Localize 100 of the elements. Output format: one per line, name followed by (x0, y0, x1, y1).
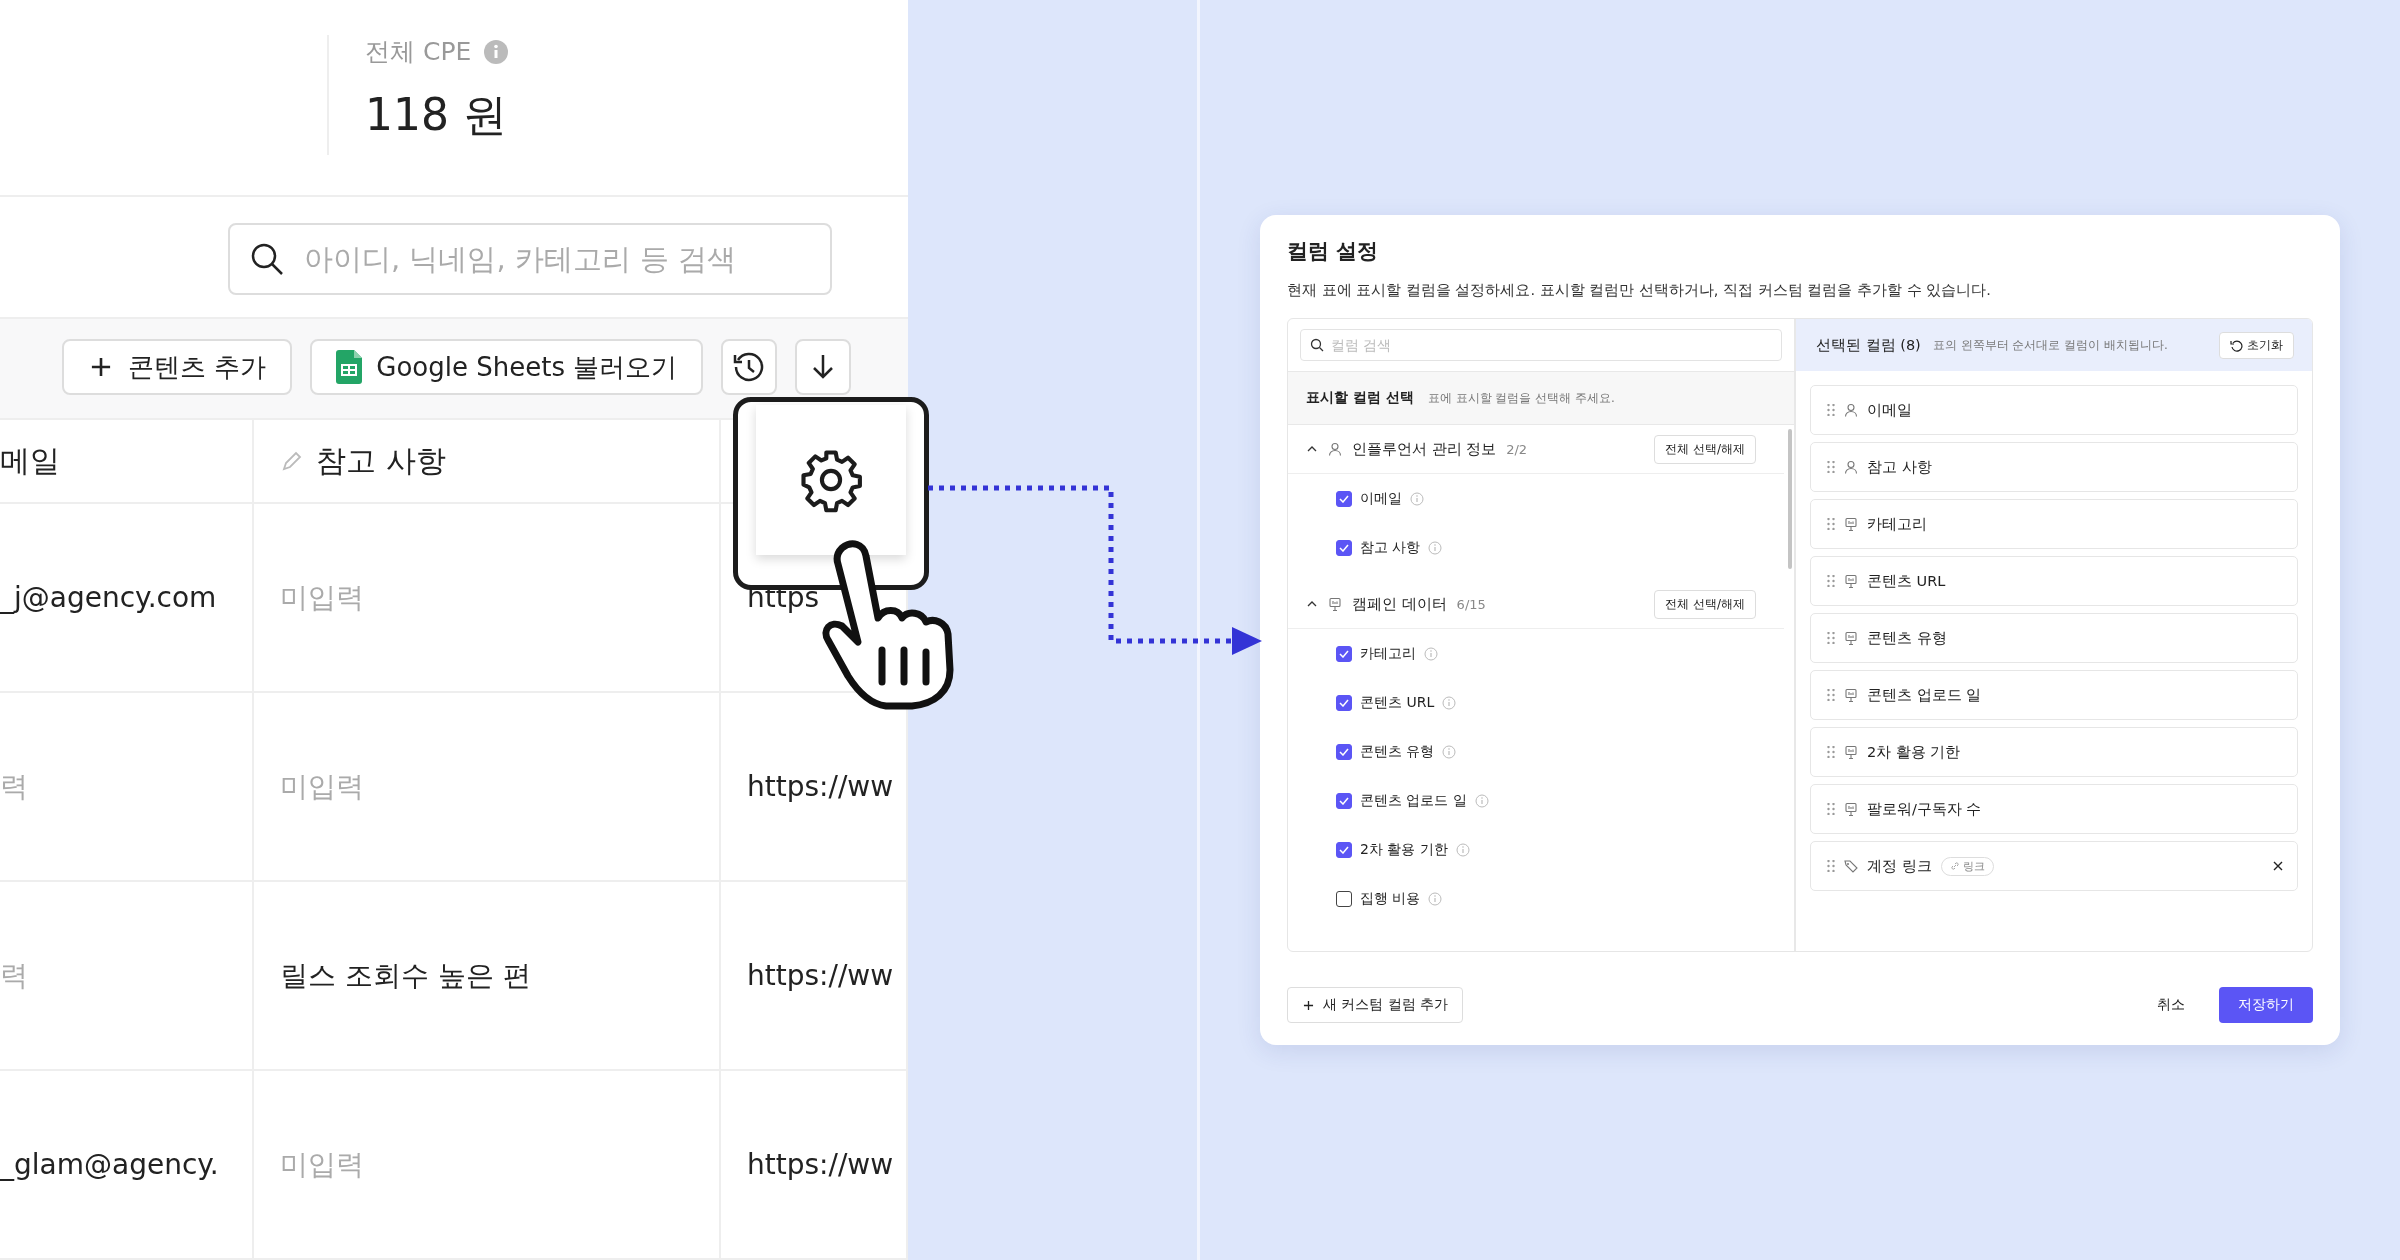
drag-handle-icon[interactable] (1827, 803, 1835, 815)
selected-column-item[interactable]: 2차 활용 기한 (1810, 727, 2298, 777)
column-option-label: 콘텐츠 유형 (1360, 742, 1435, 761)
column-option-label: 카테고리 (1360, 644, 1416, 663)
person-icon (1328, 442, 1342, 456)
selected-column-item[interactable]: 콘텐츠 업로드 일 (1810, 670, 2298, 720)
column-header[interactable]: 참고 사항 (253, 419, 720, 503)
info-icon (1455, 842, 1470, 857)
drag-handle-icon[interactable] (1827, 632, 1835, 644)
checkbox[interactable] (1336, 743, 1352, 760)
checkbox[interactable] (1336, 841, 1352, 858)
checkbox[interactable] (1336, 490, 1352, 507)
checkbox[interactable] (1336, 792, 1352, 809)
import-sheets-button[interactable]: Google Sheets 불러오기 (310, 339, 704, 396)
plus-icon (1302, 998, 1315, 1012)
drag-handle-icon[interactable] (1827, 860, 1835, 872)
save-button[interactable]: 저장하기 (2219, 987, 2313, 1023)
cancel-button[interactable]: 취소 (2135, 988, 2207, 1022)
person-icon (1844, 403, 1858, 417)
selected-column-item[interactable]: 콘텐츠 URL (1810, 556, 2298, 606)
selected-column-item[interactable]: 계정 링크 링크 (1810, 841, 2298, 891)
stat-value: 118 원 (365, 88, 508, 142)
checkbox[interactable] (1336, 539, 1352, 556)
column-label: 카테고리 (1867, 514, 1927, 534)
select-all-button[interactable]: 전체 선택/해제 (1654, 434, 1756, 464)
table-cell: 릴스 조회수 높은 편 (253, 881, 720, 1070)
checkmark-icon (1339, 747, 1349, 756)
column-label: 콘텐츠 유형 (1867, 628, 1947, 648)
scrollbar[interactable] (1788, 429, 1792, 569)
column-search-field[interactable]: 컬럼 검색 (1300, 329, 1782, 361)
info-icon (1442, 695, 1457, 710)
info-icon (1410, 491, 1424, 506)
column-label: 팔로워/구독자 수 (1867, 799, 1982, 819)
history-button[interactable] (721, 339, 778, 396)
selected-columns-title: 선택된 컬럼 (8) (1816, 335, 1921, 355)
search-field[interactable]: 아이디, 닉네임, 카테고리 등 검색 (228, 223, 832, 296)
table-cell: 력 (0, 881, 253, 1070)
checkbox[interactable] (1336, 645, 1352, 662)
select-all-button[interactable]: 전체 선택/해제 (1654, 589, 1756, 619)
checkmark-icon (1339, 494, 1349, 503)
info-icon (1428, 540, 1443, 555)
presentation-board-icon (1328, 597, 1342, 611)
reset-button[interactable]: 초기화 (2219, 331, 2294, 359)
column-label: 계정 링크 (1867, 856, 1932, 876)
add-content-button[interactable]: 콘텐츠 추가 (62, 339, 293, 396)
checkbox[interactable] (1336, 694, 1352, 711)
close-icon[interactable] (2273, 861, 2283, 871)
presentation-board-icon (1844, 574, 1858, 588)
selected-column-item[interactable]: 참고 사항 (1810, 442, 2298, 492)
selected-column-item[interactable]: 팔로워/구독자 수 (1810, 784, 2298, 834)
drag-handle-icon[interactable] (1827, 404, 1835, 416)
table-cell: 미입력 (253, 692, 720, 881)
column-option-label: 참고 사항 (1360, 538, 1421, 557)
drag-handle-icon[interactable] (1827, 689, 1835, 701)
download-button[interactable] (795, 339, 852, 396)
column-option-label: 콘텐츠 URL (1360, 693, 1435, 712)
info-icon (1424, 646, 1438, 661)
checkmark-icon (1339, 698, 1349, 707)
pencil-icon (280, 449, 304, 473)
info-icon (1442, 744, 1457, 759)
group-count: 6/15 (1456, 596, 1486, 612)
section-hint: 표에 표시할 컬럼을 선택해 주세요. (1427, 389, 1615, 407)
table-cell: 력 (0, 692, 253, 881)
info-icon (1474, 793, 1489, 808)
info-icon (483, 38, 510, 65)
group-title: 인플루언서 관리 정보 (1352, 439, 1497, 459)
column-option-label: 집행 비용 (1360, 889, 1421, 908)
selected-column-item[interactable]: 콘텐츠 유형 (1810, 613, 2298, 663)
stat-label: 전체 CPE (365, 36, 472, 68)
checkbox[interactable] (1336, 890, 1352, 907)
person-icon (1844, 460, 1858, 474)
presentation-board-icon (1844, 745, 1858, 759)
column-option-label: 2차 활용 기한 (1360, 840, 1448, 859)
drag-handle-icon[interactable] (1827, 461, 1835, 473)
presentation-board-icon (1844, 631, 1858, 645)
checkmark-icon (1339, 649, 1349, 658)
selected-column-item[interactable]: 이메일 (1810, 385, 2298, 435)
drag-handle-icon[interactable] (1827, 518, 1835, 530)
column-header[interactable]: 메일 (0, 419, 253, 503)
checkmark-icon (1339, 796, 1349, 805)
table-cell: https://ww (720, 881, 907, 1070)
column-label: 콘텐츠 업로드 일 (1867, 685, 1982, 705)
drag-handle-icon[interactable] (1827, 746, 1835, 758)
group-title: 캠페인 데이터 (1352, 594, 1447, 614)
tag-icon (1844, 859, 1858, 873)
column-label: 2차 활용 기한 (1867, 742, 1961, 762)
dialog-description: 현재 표에 표시할 컬럼을 설정하세요. 표시할 컬럼만 선택하거나, 직접 커스텀 컬럼을 추가할 수 있습니다. (1287, 281, 1992, 300)
group-count: 2/2 (1506, 441, 1528, 457)
dialog-title: 컬럼 설정 (1287, 238, 1380, 265)
section-title: 표시할 컬럼 선택 (1306, 389, 1414, 407)
column-option-label: 이메일 (1360, 489, 1402, 508)
selected-column-item[interactable]: 카테고리 (1810, 499, 2298, 549)
selected-columns-hint: 표의 왼쪽부터 순서대로 컬럼이 배치됩니다. (1932, 336, 2168, 354)
column-label: 콘텐츠 URL (1867, 571, 1946, 591)
drag-handle-icon[interactable] (1827, 575, 1835, 587)
column-label: 이메일 (1867, 400, 1912, 420)
spreadsheet-icon (336, 350, 363, 385)
checkmark-icon (1339, 543, 1349, 552)
add-custom-column-button[interactable]: 새 커스텀 컬럼 추가 (1287, 987, 1463, 1023)
link-icon (1949, 861, 1960, 871)
